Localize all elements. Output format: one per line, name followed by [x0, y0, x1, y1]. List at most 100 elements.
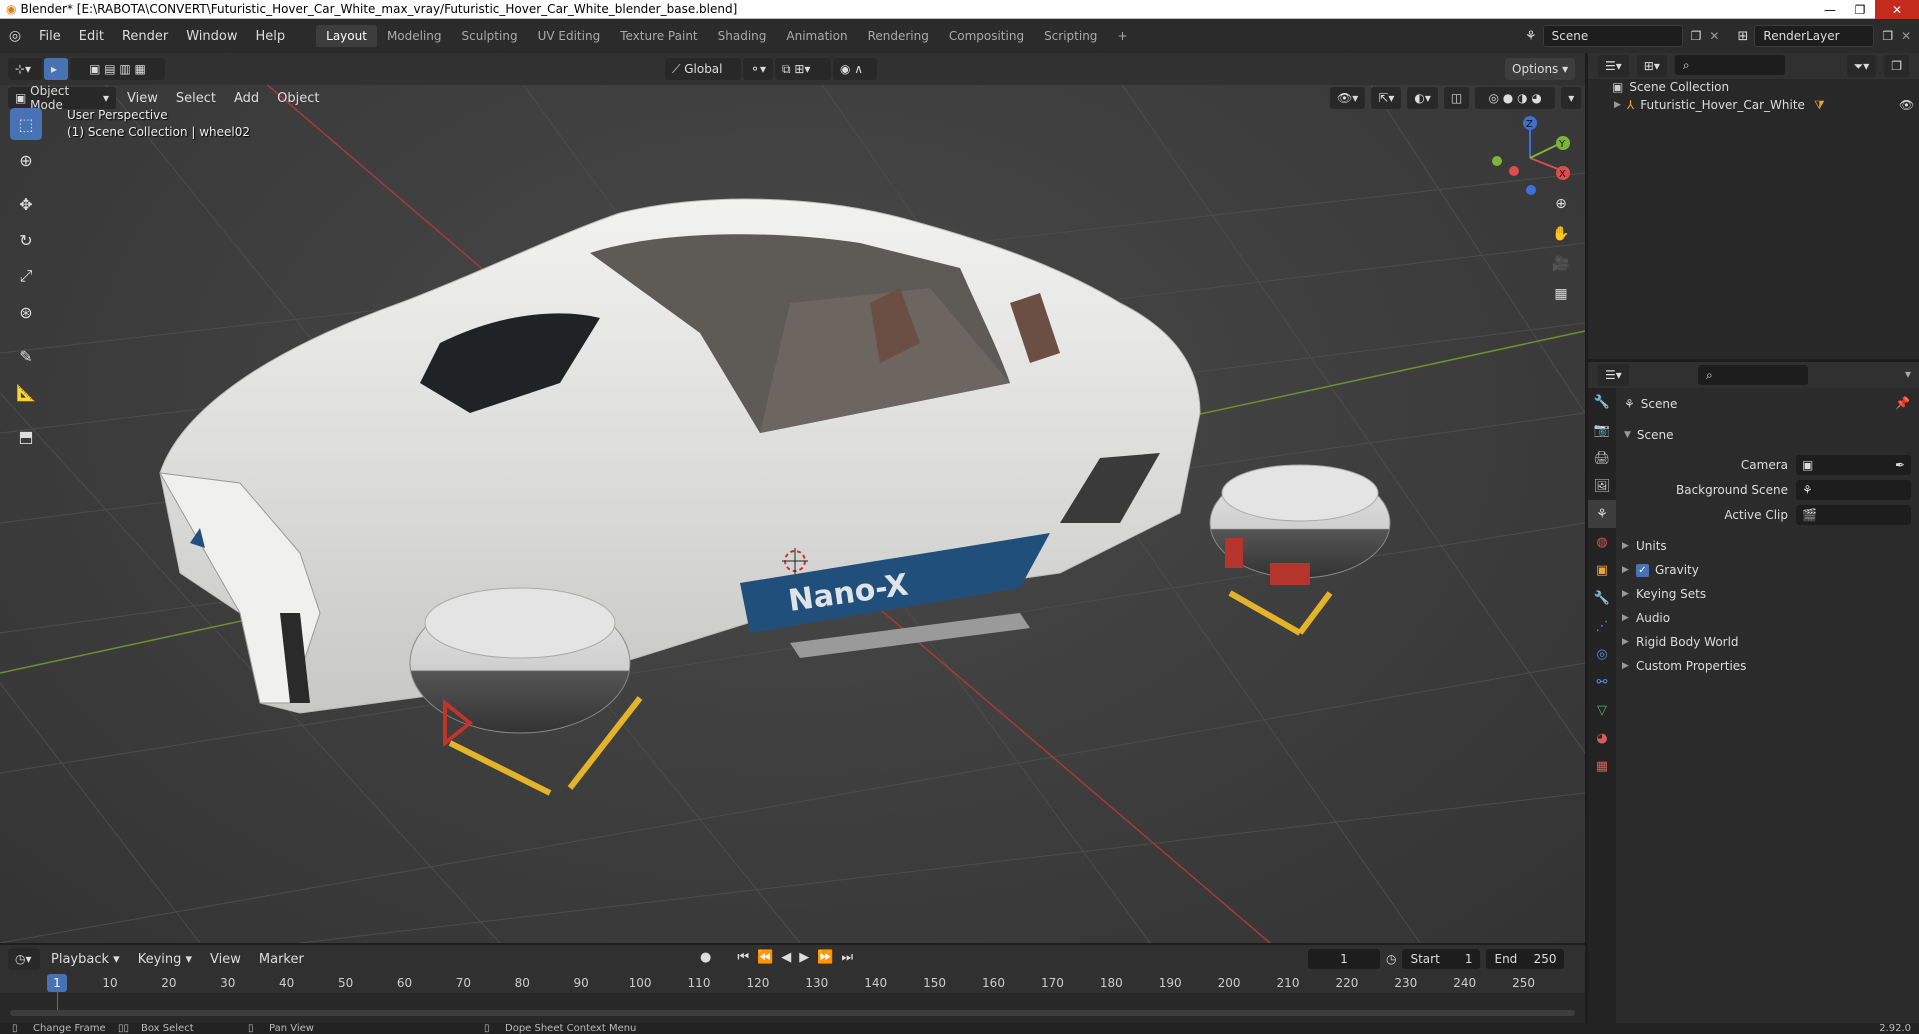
timeline-editor-type-icon[interactable]: ◷▾	[8, 948, 40, 970]
scene-icon[interactable]: ⚘	[1525, 29, 1537, 44]
menu-render[interactable]: Render	[113, 29, 177, 44]
outliner-item-row[interactable]: ▶ ⅄ Futuristic_Hover_Car_White ⧩ 👁	[1614, 96, 1914, 114]
outliner-editor-type-icon[interactable]: ☰▾	[1598, 55, 1629, 77]
transform-orientation-dropdown[interactable]: ⟋ Global	[665, 58, 741, 80]
active-clip-field[interactable]: 🎬	[1796, 505, 1911, 525]
shading-mode-icons[interactable]: ◎ ● ◑ ◕	[1475, 87, 1556, 109]
play-reverse-icon[interactable]: ◀	[781, 950, 791, 965]
prev-keyframe-icon[interactable]: ⏪	[757, 950, 773, 965]
particles-tab-icon[interactable]: ⋰	[1588, 612, 1616, 640]
menu-window[interactable]: Window	[177, 29, 246, 44]
select-box-mode-icons[interactable]: ▣ ▤ ▥ ▦	[70, 58, 165, 80]
ortho-grid-icon[interactable]: ▦	[1548, 281, 1574, 307]
tab-compositing[interactable]: Compositing	[939, 25, 1034, 47]
tab-uv-editing[interactable]: UV Editing	[528, 25, 611, 47]
tab-rendering[interactable]: Rendering	[858, 25, 939, 47]
end-frame-field[interactable]: End 250	[1486, 949, 1565, 969]
new-scene-icon[interactable]: ❐	[1691, 29, 1702, 43]
close-button[interactable]: ✕	[1875, 0, 1919, 19]
rear-wheel[interactable]	[1209, 464, 1391, 636]
view-layer-icon[interactable]: ⊞	[1737, 29, 1748, 44]
eyedropper-icon[interactable]: ✒	[1895, 458, 1905, 472]
transform-tool-icon[interactable]: ⊛	[10, 296, 42, 328]
pan-hand-icon[interactable]: ✋	[1548, 221, 1574, 247]
cursor-tool-icon[interactable]: ⊕	[10, 144, 42, 176]
tool-tab-icon[interactable]: 🔧	[1588, 388, 1616, 416]
scene-panel-header[interactable]: ▼ Scene	[1624, 425, 1674, 445]
jump-start-icon[interactable]: ⏮	[737, 950, 749, 965]
camera-view-icon[interactable]: 🎥	[1548, 251, 1574, 277]
measure-tool-icon[interactable]: 📐	[10, 376, 42, 408]
custom-properties-panel[interactable]: ▶ Custom Properties	[1622, 655, 1746, 677]
gravity-checkbox[interactable]: ✓	[1636, 563, 1649, 577]
front-wheel[interactable]	[409, 587, 643, 796]
tab-shading[interactable]: Shading	[708, 25, 777, 47]
render-tab-icon[interactable]: 📷	[1588, 416, 1616, 444]
material-tab-icon[interactable]: ◕	[1588, 724, 1616, 752]
properties-search-input[interactable]: ⌕	[1698, 365, 1808, 385]
annotate-tool-icon[interactable]: ✎	[10, 340, 42, 372]
xray-icon[interactable]: ◫	[1443, 87, 1470, 109]
menu-edit[interactable]: Edit	[70, 29, 113, 44]
next-keyframe-icon[interactable]: ⏩	[817, 950, 833, 965]
properties-options-icon[interactable]: ▾	[1905, 367, 1911, 381]
object-tab-icon[interactable]: ▣	[1588, 556, 1616, 584]
keying-sets-panel[interactable]: ▶ Keying Sets	[1622, 583, 1706, 605]
properties-editor-type-icon[interactable]: ☰▾	[1598, 364, 1629, 386]
tab-texture-paint[interactable]: Texture Paint	[610, 25, 707, 47]
add-workspace-button[interactable]: +	[1107, 25, 1137, 47]
timeline-menu-keying[interactable]: Keying ▾	[129, 952, 201, 967]
scene-selector[interactable]: Scene	[1542, 25, 1683, 47]
expand-arrow-icon[interactable]: ▶	[1614, 100, 1621, 110]
timeline-menu-view[interactable]: View	[201, 952, 250, 967]
viewport-menu-object[interactable]: Object	[268, 91, 328, 106]
outliner-search-input[interactable]: ⌕	[1674, 55, 1785, 75]
timeline-scrollbar[interactable]	[10, 1010, 1575, 1016]
world-tab-icon[interactable]: ◍	[1588, 528, 1616, 556]
options-dropdown[interactable]: Options ▾	[1505, 58, 1576, 80]
rigid-body-world-panel[interactable]: ▶ Rigid Body World	[1622, 631, 1739, 653]
gizmo-toggle-icon[interactable]: ⇱▾	[1371, 87, 1402, 109]
outliner-root-row[interactable]: ▣ Scene Collection	[1612, 78, 1729, 96]
proportional-edit-icon[interactable]: ◉ ∧	[833, 58, 877, 80]
tab-animation[interactable]: Animation	[776, 25, 857, 47]
3d-viewport[interactable]: Nano-X ⊹▾ ▸ ▣ ▤ ▥ ▦ ⟋ Global ⚬▾ ⧉ ⊞▾ ◉ ∧…	[0, 53, 1585, 943]
visibility-eye-icon[interactable]: 👁	[1899, 98, 1914, 112]
editor-type-icon[interactable]: ⊹▾	[8, 58, 42, 80]
clock-icon[interactable]: ◷	[1386, 952, 1396, 966]
tab-scripting[interactable]: Scripting	[1034, 25, 1107, 47]
display-mode-icon[interactable]: ⊞▾	[1636, 55, 1667, 77]
pin-icon[interactable]: 📌	[1895, 396, 1910, 410]
tab-layout[interactable]: Layout	[316, 25, 377, 47]
view-layer-selector[interactable]: RenderLayer	[1754, 25, 1875, 47]
play-icon[interactable]: ▶	[799, 950, 809, 965]
data-tab-icon[interactable]: ▽	[1588, 696, 1616, 724]
new-collection-icon[interactable]: ❐	[1884, 55, 1909, 77]
delete-view-layer-icon[interactable]: ✕	[1901, 29, 1911, 43]
rotate-tool-icon[interactable]: ↻	[10, 224, 42, 256]
new-view-layer-icon[interactable]: ❐	[1882, 29, 1893, 43]
move-tool-icon[interactable]: ✥	[10, 188, 42, 220]
shading-options-icon[interactable]: ▾	[1561, 87, 1582, 109]
tab-sculpting[interactable]: Sculpting	[452, 25, 528, 47]
timeline-menu-marker[interactable]: Marker	[250, 952, 313, 967]
timeline-menu-playback[interactable]: Playback ▾	[42, 952, 129, 967]
jump-end-icon[interactable]: ⏭	[841, 950, 853, 965]
camera-field[interactable]: ▣ ✒	[1796, 455, 1911, 475]
physics-tab-icon[interactable]: ◎	[1588, 640, 1616, 668]
start-frame-field[interactable]: Start 1	[1402, 949, 1481, 969]
select-mode-icon[interactable]: ▸	[44, 58, 68, 80]
audio-panel[interactable]: ▶ Audio	[1622, 607, 1670, 629]
tab-modeling[interactable]: Modeling	[377, 25, 452, 47]
background-scene-field[interactable]: ⚘	[1796, 480, 1911, 500]
navigation-gizmo[interactable]: Z X Y	[1485, 113, 1575, 203]
record-icon[interactable]: ●	[700, 950, 711, 965]
view-layer-tab-icon[interactable]: 🖼	[1588, 472, 1616, 500]
output-tab-icon[interactable]: 🖨	[1588, 444, 1616, 472]
current-frame-field[interactable]: 1	[1308, 949, 1380, 969]
overlay-toggle-icon[interactable]: ◐▾	[1407, 87, 1438, 109]
maximize-button[interactable]: ❐	[1845, 0, 1875, 19]
texture-tab-icon[interactable]: ▦	[1588, 752, 1616, 780]
viewport-menu-add[interactable]: Add	[225, 91, 268, 106]
pivot-point-icon[interactable]: ⚬▾	[743, 58, 773, 80]
